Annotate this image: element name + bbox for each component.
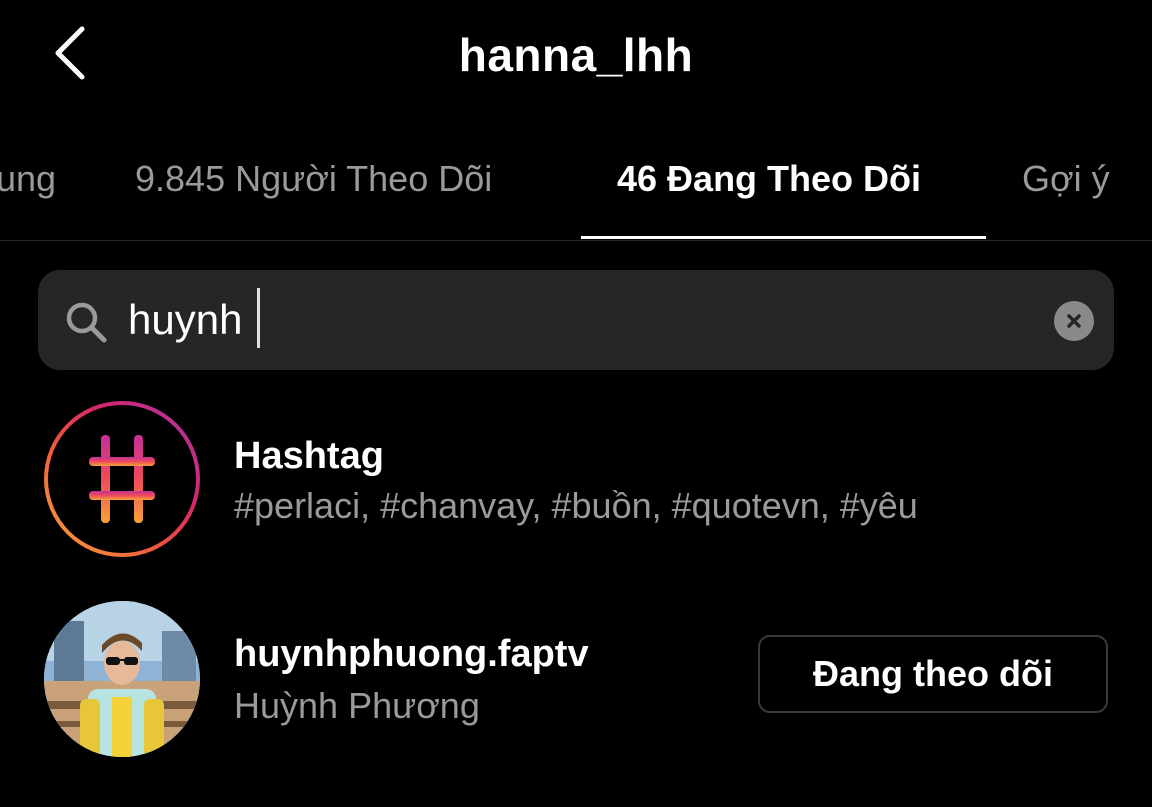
tab-suggestions[interactable]: Gợi ý [1022, 158, 1110, 200]
hashtag-icon [89, 435, 155, 523]
username: huynhphuong.faptv [234, 633, 589, 675]
text-caret [257, 288, 260, 348]
tab-following[interactable]: 46 Đang Theo Dõi [617, 158, 921, 200]
display-name: Huỳnh Phương [234, 685, 480, 726]
hashtag-list: #perlaci, #chanvay, #buồn, #quotevn, #yê… [234, 485, 918, 526]
search-input[interactable] [128, 290, 1008, 350]
clear-search-button[interactable] [1054, 301, 1094, 341]
avatar[interactable] [44, 601, 200, 757]
active-tab-indicator [581, 236, 986, 239]
tab-followers-partial[interactable]: ung [0, 158, 56, 200]
search-icon [66, 302, 107, 343]
page-title: hanna_lhh [458, 29, 694, 81]
hashtag-result[interactable]: Hashtag #perlaci, #chanvay, #buồn, #quot… [0, 401, 1152, 571]
hashtag-title: Hashtag [234, 435, 384, 477]
tab-bar: ung 9.845 Người Theo Dõi 46 Đang Theo Dõ… [0, 130, 1152, 241]
profile-photo [44, 601, 200, 757]
hashtag-avatar [44, 401, 200, 557]
user-result[interactable]: huynhphuong.faptv Huỳnh Phương Đang theo… [0, 601, 1152, 771]
header: hanna_lhh [0, 0, 1152, 115]
tab-followers[interactable]: 9.845 Người Theo Dõi [135, 158, 492, 200]
following-button[interactable]: Đang theo dõi [758, 635, 1108, 713]
clear-icon [1067, 314, 1081, 328]
